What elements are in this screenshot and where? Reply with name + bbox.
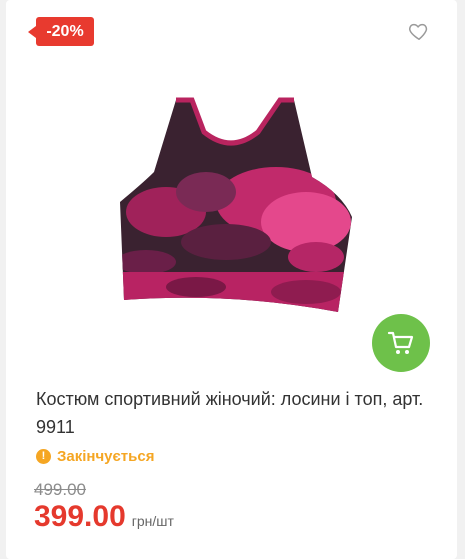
warning-icon: ! bbox=[36, 448, 51, 464]
cart-icon bbox=[387, 331, 414, 354]
price-unit: грн/шт bbox=[131, 513, 174, 529]
sports-bra-image bbox=[120, 97, 352, 312]
heart-outline-icon bbox=[409, 23, 428, 40]
stock-status-label: Закінчується bbox=[57, 447, 155, 465]
add-to-cart-button[interactable] bbox=[372, 314, 430, 372]
product-card[interactable]: -20% Костюм спортивний жіночий: лосини і… bbox=[6, 0, 457, 559]
favorite-button[interactable] bbox=[408, 20, 430, 42]
discount-badge: -20% bbox=[28, 17, 94, 46]
product-image[interactable] bbox=[106, 92, 356, 322]
current-price: 399.00 bbox=[34, 500, 126, 533]
old-price: 499.00 bbox=[34, 480, 86, 499]
product-title[interactable]: Костюм спортивний жіночий: лосини і топ,… bbox=[36, 385, 436, 441]
stock-status: ! Закінчується bbox=[36, 446, 154, 466]
price-row: 399.00 грн/шт bbox=[34, 500, 174, 534]
